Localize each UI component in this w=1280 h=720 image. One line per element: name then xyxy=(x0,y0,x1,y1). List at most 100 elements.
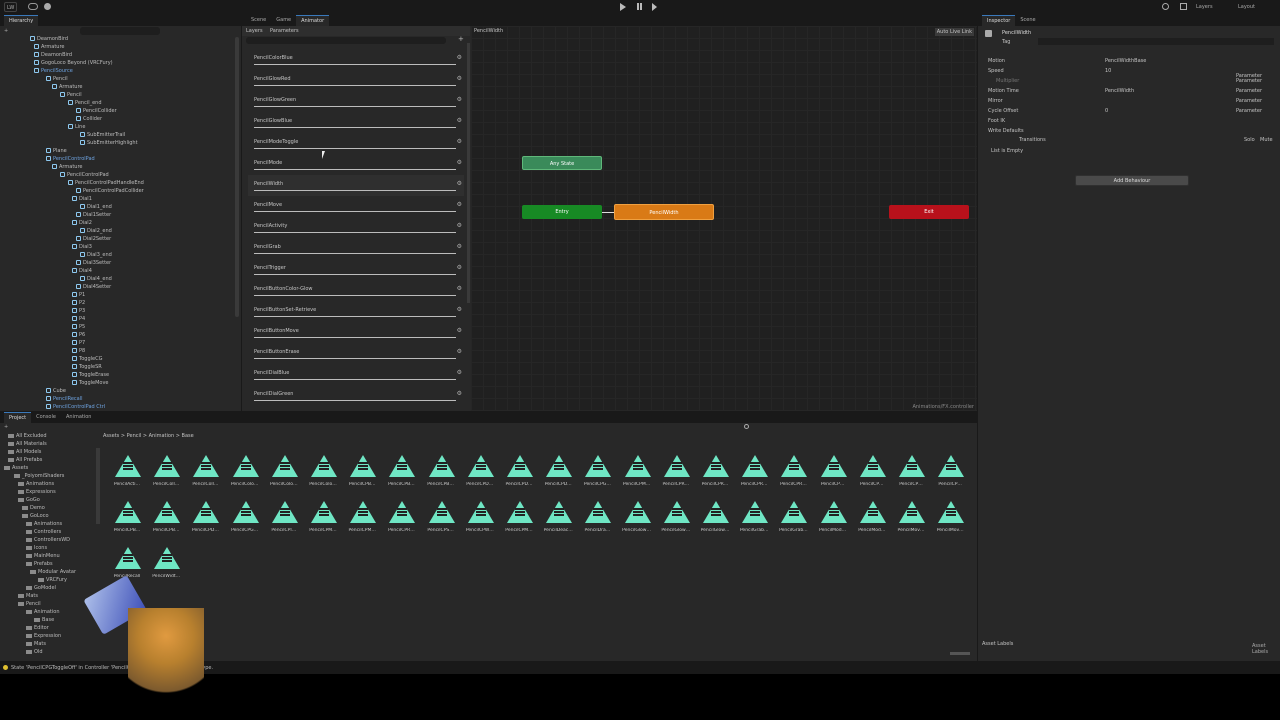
hierarchy-item[interactable]: Dial3_end xyxy=(80,251,112,259)
parameter-name[interactable]: PencilGrab xyxy=(254,244,281,250)
hierarchy-item[interactable]: ToggleCG xyxy=(72,355,102,363)
entry-node[interactable]: Entry xyxy=(522,205,602,219)
breadcrumb-base[interactable]: Base xyxy=(182,433,194,439)
animation-clip-asset[interactable]: PencilCPB… xyxy=(109,501,145,547)
hierarchy-item[interactable]: Pencil xyxy=(60,91,82,99)
project-folder[interactable]: Animation xyxy=(26,608,60,616)
tab-scene-inspector[interactable]: Scene xyxy=(1015,15,1040,26)
animation-clip-asset[interactable]: PencilCP… xyxy=(854,455,890,501)
gear-icon[interactable]: ⚙ xyxy=(457,390,462,397)
hierarchy-item[interactable]: P2 xyxy=(72,299,85,307)
tab-parameters[interactable]: Parameters xyxy=(270,28,299,34)
parameter-toggle-label[interactable]: Parameter xyxy=(1236,108,1262,114)
parameter-row[interactable]: PencilGlowGreen ⚙ xyxy=(248,91,464,112)
animation-clip-asset[interactable]: PencilGrab… xyxy=(775,501,811,547)
tab-inspector[interactable]: Inspector xyxy=(982,15,1016,26)
project-folder[interactable]: Icons xyxy=(26,544,47,552)
hierarchy-item[interactable]: P8 xyxy=(72,347,85,355)
parameter-name[interactable]: PencilButtonSet-Retrieve xyxy=(254,307,316,313)
gear-icon[interactable]: ⚙ xyxy=(457,54,462,61)
parameter-slider[interactable] xyxy=(254,169,456,170)
project-folder[interactable]: GoLoco xyxy=(22,512,49,520)
add-parameter-icon[interactable]: + xyxy=(458,35,464,43)
auto-live-link-button[interactable]: Auto Live Link xyxy=(934,28,974,36)
parameter-name[interactable]: PencilWidth xyxy=(254,181,283,187)
tag-field[interactable] xyxy=(1038,38,1274,45)
hierarchy-item[interactable]: Armature xyxy=(34,43,64,51)
animation-clip-asset[interactable]: PencilMov… xyxy=(893,501,929,547)
parameter-name[interactable]: PencilDialGreen xyxy=(254,391,293,397)
parameter-row[interactable]: PencilGlowRed ⚙ xyxy=(248,70,464,91)
project-folder[interactable]: Demo xyxy=(22,504,45,512)
hierarchy-item[interactable]: ToggleMove xyxy=(72,379,109,387)
params-scrollbar[interactable] xyxy=(467,43,470,303)
animation-clip-asset[interactable]: PencilCPM… xyxy=(305,501,341,547)
animation-clip-asset[interactable]: PencilCPR… xyxy=(383,501,419,547)
animation-clip-asset[interactable]: PencilCPR… xyxy=(775,455,811,501)
parameter-name[interactable]: PencilActivity xyxy=(254,223,287,229)
project-folder[interactable]: Mats xyxy=(26,640,46,648)
animation-clip-asset[interactable]: PencilCPM… xyxy=(619,455,655,501)
hierarchy-item[interactable]: PencilControlPadCollider xyxy=(76,187,144,195)
animation-clip-asset[interactable]: PencilCPB… xyxy=(383,455,419,501)
project-folder[interactable]: All Excluded xyxy=(8,432,47,440)
hierarchy-item[interactable]: Dial4 xyxy=(72,267,92,275)
parameter-name[interactable]: PencilTrigger xyxy=(254,265,286,271)
project-search-icon[interactable] xyxy=(744,424,749,429)
project-folder[interactable]: _PoiyomiShaders xyxy=(14,472,64,480)
parameter-row[interactable]: PencilColorBlue ⚙ xyxy=(248,49,464,70)
hierarchy-item[interactable]: SubEmitterTrail xyxy=(80,131,125,139)
gear-icon[interactable]: ⚙ xyxy=(457,243,462,250)
inspector-field-value[interactable]: PencilWidthBase xyxy=(1105,58,1146,64)
project-folder[interactable]: GoGo xyxy=(18,496,40,504)
gear-icon[interactable]: ⚙ xyxy=(457,138,462,145)
any-state-node[interactable]: Any State xyxy=(522,156,602,170)
hierarchy-item[interactable]: P1 xyxy=(72,291,85,299)
gear-icon[interactable]: ⚙ xyxy=(457,96,462,103)
project-folder[interactable]: Mats xyxy=(18,592,38,600)
animation-clip-asset[interactable]: PencilMod… xyxy=(854,501,890,547)
parameter-row[interactable]: PencilGrab ⚙ xyxy=(248,238,464,259)
animation-clip-asset[interactable]: PencilMod… xyxy=(815,501,851,547)
project-folder[interactable]: Animations xyxy=(18,480,54,488)
add-behaviour-button[interactable]: Add Behaviour xyxy=(1075,175,1189,186)
history-icon[interactable] xyxy=(1162,3,1169,10)
gear-icon[interactable]: ⚙ xyxy=(457,348,462,355)
tab-console[interactable]: Console xyxy=(31,412,61,423)
gear-icon[interactable]: ⚙ xyxy=(457,285,462,292)
hierarchy-item[interactable]: Armature xyxy=(52,83,82,91)
animation-clip-asset[interactable]: PencilCPR… xyxy=(658,455,694,501)
tab-hierarchy[interactable]: Hierarchy xyxy=(4,15,39,26)
parameter-row[interactable]: PencilModeToggle ⚙ xyxy=(248,133,464,154)
parameter-row[interactable]: PencilMode ⚙ xyxy=(248,154,464,175)
hierarchy-item[interactable]: Dial4_end xyxy=(80,275,112,283)
project-folder[interactable]: VRCFury xyxy=(38,576,67,584)
add-icon[interactable]: + xyxy=(4,28,14,34)
hierarchy-item[interactable]: Dial3Setter xyxy=(76,259,111,267)
parameter-row[interactable]: PencilButtonMove ⚙ xyxy=(248,322,464,343)
gear-icon[interactable]: ⚙ xyxy=(457,201,462,208)
hierarchy-item[interactable]: P4 xyxy=(72,315,85,323)
parameter-slider[interactable] xyxy=(254,148,456,149)
hierarchy-scrollbar[interactable] xyxy=(235,37,239,317)
hierarchy-item[interactable]: PencilCollider xyxy=(76,107,117,115)
project-folder[interactable]: Modular Avatar xyxy=(30,568,76,576)
animation-clip-asset[interactable]: PencilGlow… xyxy=(658,501,694,547)
parameter-slider[interactable] xyxy=(254,85,456,86)
parameter-row[interactable]: PencilActivity ⚙ xyxy=(248,217,464,238)
animation-clip-asset[interactable]: PencilCPD… xyxy=(187,501,223,547)
parameter-slider[interactable] xyxy=(254,106,456,107)
asset-size-slider[interactable] xyxy=(950,652,970,655)
parameter-slider[interactable] xyxy=(254,358,456,359)
hierarchy-item[interactable]: ToggleErase xyxy=(72,371,109,379)
hierarchy-item[interactable]: P6 xyxy=(72,331,85,339)
parameter-slider[interactable] xyxy=(254,232,456,233)
animation-clip-asset[interactable]: PencilCPR… xyxy=(697,455,733,501)
gear-icon[interactable]: ⚙ xyxy=(457,264,462,271)
animation-clip-asset[interactable]: PencilCPR… xyxy=(736,455,772,501)
breadcrumb-assets[interactable]: Assets xyxy=(103,433,119,439)
hierarchy-item[interactable]: SubEmitterHighlight xyxy=(80,139,138,147)
gear-icon[interactable]: ⚙ xyxy=(457,369,462,376)
account-dropdown[interactable]: LW xyxy=(4,2,18,12)
project-folder[interactable]: Animations xyxy=(26,520,62,528)
